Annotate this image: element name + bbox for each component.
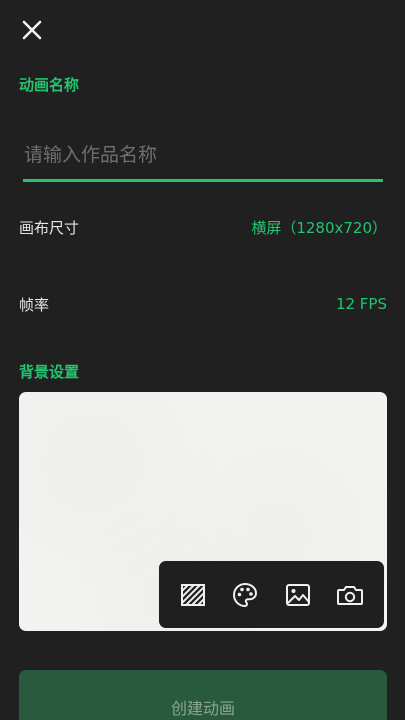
animation-name-input[interactable] bbox=[23, 130, 383, 182]
camera-icon bbox=[336, 585, 363, 605]
frame-rate-row[interactable]: 帧率 12 FPS bbox=[19, 284, 387, 324]
camera-button[interactable] bbox=[328, 573, 372, 617]
frame-rate-label: 帧率 bbox=[19, 295, 50, 314]
close-button[interactable] bbox=[14, 12, 50, 48]
background-settings-label: 背景设置 bbox=[19, 363, 80, 381]
frame-rate-value: 12 FPS bbox=[335, 295, 387, 313]
canvas-size-row[interactable]: 画布尺寸 横屏（1280x720） bbox=[19, 207, 387, 247]
image-icon bbox=[285, 583, 310, 606]
animation-name-label: 动画名称 bbox=[19, 76, 80, 94]
create-animation-screen: 动画名称 画布尺寸 横屏（1280x720） 帧率 12 FPS 背景设置 bbox=[0, 0, 405, 720]
pattern-button[interactable] bbox=[171, 573, 215, 617]
canvas-size-value: 横屏（1280x720） bbox=[251, 218, 387, 237]
background-toolbar bbox=[159, 561, 384, 628]
create-animation-button[interactable]: 创建动画 bbox=[19, 670, 387, 720]
color-button[interactable] bbox=[223, 573, 267, 617]
image-button[interactable] bbox=[276, 573, 320, 617]
close-icon bbox=[22, 20, 42, 40]
palette-icon bbox=[233, 582, 258, 607]
canvas-size-label: 画布尺寸 bbox=[19, 218, 80, 237]
pattern-icon bbox=[181, 583, 206, 606]
